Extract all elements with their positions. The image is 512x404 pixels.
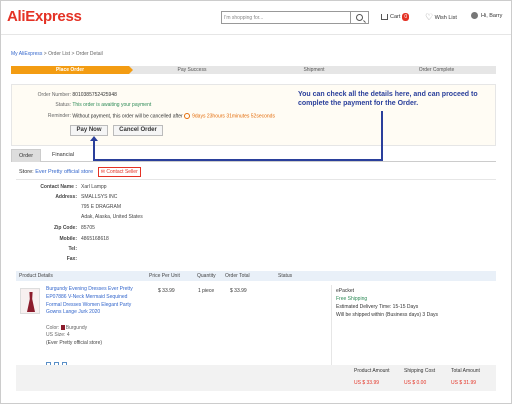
step-shipment: Shipment [303, 67, 325, 73]
search-input[interactable]: I'm shopping for... [221, 11, 351, 24]
status-text: This order is awaiting your payment [72, 102, 152, 108]
search-icon [356, 14, 363, 21]
tab-order[interactable]: Order [11, 149, 41, 162]
tab-financial[interactable]: Financial [45, 149, 81, 162]
breadcrumb: My AliExpress > Order List > Order Detai… [11, 51, 103, 57]
order-totals: Product Amount Shipping Cost Total Amoun… [16, 365, 496, 391]
wishlist-label: Wish List [434, 14, 457, 21]
mobile-number: 4865168618 [81, 236, 109, 242]
reminder-text: Without payment, this order will be canc… [72, 113, 183, 120]
zip-label: Zip Code: [53, 225, 77, 231]
heart-icon: ♡ [425, 12, 434, 22]
cart-link[interactable]: Cart 0 [381, 13, 410, 21]
ship-within: Will be shipped within (Business days) 3… [336, 312, 438, 318]
divider [331, 285, 332, 365]
pay-now-button[interactable]: Pay Now [70, 125, 108, 136]
product-color: Color: Burgundy [46, 325, 87, 332]
reminder-label: Reminder: [47, 113, 71, 120]
contact-seller-button[interactable]: ✉ Contact Seller [97, 167, 141, 177]
product-amount: US $ 33.99 [354, 380, 380, 386]
divider [16, 179, 496, 180]
shipping-method: ePacket [336, 288, 355, 294]
product-amount-label: Product Amount [354, 368, 390, 374]
product-image[interactable] [20, 288, 40, 314]
status-row: Status: This order is awaiting your paym… [15, 102, 151, 108]
store-label: Store: [19, 169, 34, 175]
address-line: Adak, Alaska, United States [81, 214, 143, 220]
zip-code: 85705 [81, 225, 95, 231]
total-amount: US $ 31.99 [451, 380, 477, 386]
wishlist-link[interactable]: ♡ Wish List [425, 12, 457, 23]
col-quantity: Quantity [197, 273, 216, 279]
cancel-order-button[interactable]: Cancel Order [113, 125, 163, 136]
unit-price: $ 33.99 [158, 288, 175, 294]
breadcrumb-current: Order Detail [75, 51, 103, 57]
col-product-details: Product Details [19, 273, 53, 279]
order-progress: Place Order Pay Success Shipment Order C… [11, 66, 496, 74]
col-price: Price Per Unit [149, 273, 180, 279]
search-button[interactable] [351, 11, 369, 24]
table-row: Burgundy Evening Dresses Ever Pretty EP0… [16, 285, 496, 366]
product-table-header: Product Details Price Per Unit Quantity … [16, 271, 496, 281]
order-number-label: Order Number: [37, 92, 71, 98]
total-amount-label: Total Amount [451, 368, 480, 374]
estimated-delivery: Estimated Delivery Time: 15-15 Days [336, 304, 419, 310]
col-order-total: Order Total [225, 273, 250, 279]
countdown: 9days 23hours 31minutes 52seconds [192, 113, 275, 120]
size-label: US Size: [46, 332, 66, 338]
clock-icon [184, 113, 191, 119]
cart-icon [381, 13, 388, 20]
product-size: US Size: 4 [46, 332, 70, 339]
product-store-note: (Ever Pretty official store) [46, 340, 103, 346]
greeting: Hi, Barry [481, 12, 503, 19]
user-icon [471, 12, 478, 19]
reminder-row: Reminder: Without payment, this order wi… [15, 113, 275, 119]
cart-count-badge: 0 [402, 13, 410, 21]
tel-label: Tel: [68, 246, 77, 252]
chat-icon: ✉ [100, 169, 105, 175]
address-line: 795 E DRAGRAM [81, 204, 122, 210]
user-menu[interactable]: Hi, Barry [471, 12, 502, 19]
col-status: Status [278, 273, 293, 279]
free-shipping: Free Shipping [336, 296, 368, 302]
fax-label: Fax: [66, 256, 77, 262]
color-swatch [60, 325, 65, 331]
logo[interactable]: AliExpress [7, 8, 82, 25]
breadcrumb-home[interactable]: My AliExpress [11, 51, 42, 57]
step-pay-success: Pay Success [177, 67, 207, 73]
dress-thumbnail [27, 292, 35, 312]
detail-tabs: Order Financial [11, 149, 496, 162]
store-link[interactable]: Ever Pretty official store [35, 169, 93, 175]
size-value: 4 [66, 332, 70, 338]
order-number-row: Order Number: 8010385752425948 [15, 92, 117, 98]
page: AliExpress I'm shopping for... Cart 0 ♡ W… [0, 0, 512, 404]
contact-name: Xarl Lampp [81, 184, 107, 190]
mobile-label: Mobile: [59, 236, 78, 242]
address-line: SMALLSYS INC [81, 194, 118, 200]
step-place-order: Place Order [11, 66, 133, 74]
store-row: Store: Ever Pretty official store ✉ Cont… [19, 167, 141, 177]
status-label: Status: [55, 102, 71, 108]
color-label: Color: [46, 325, 60, 331]
order-total: $ 33.99 [230, 288, 247, 294]
breadcrumb-orders[interactable]: Order List [48, 51, 70, 57]
contact-seller-label: Contact Seller [106, 169, 138, 175]
contact-name-label: Contact Name : [40, 184, 77, 190]
address-label: Address: [55, 194, 77, 200]
shipping-cost: US $ 0.00 [404, 380, 427, 386]
shipping-address: Contact Name : Xarl Lampp Address: SMALL… [1, 182, 201, 267]
quantity: 1 piece [198, 288, 215, 294]
color-value: Burgundy [65, 325, 88, 331]
annotation-arrow-icon [90, 136, 98, 141]
step-order-complete: Order Complete [418, 67, 455, 73]
product-title[interactable]: Burgundy Evening Dresses Ever Pretty EP0… [46, 286, 138, 317]
order-number: 8010385752425948 [72, 92, 117, 98]
shipping-cost-label: Shipping Cost [404, 368, 436, 374]
cart-label: Cart [390, 14, 401, 20]
annotation-text: You can check all the details here, and … [298, 91, 478, 107]
header: AliExpress I'm shopping for... Cart 0 ♡ W… [1, 1, 511, 35]
